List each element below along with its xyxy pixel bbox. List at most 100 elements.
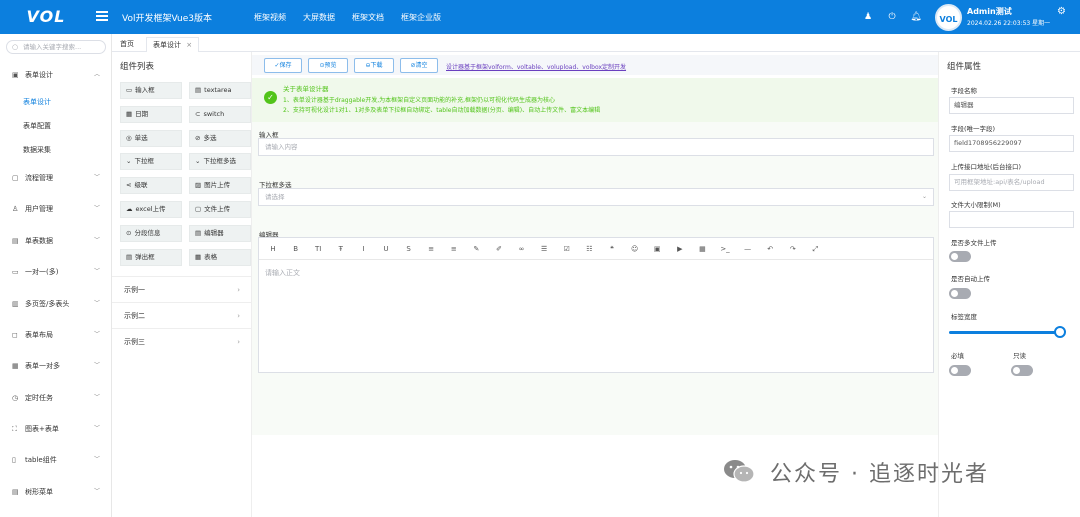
example-item[interactable]: 示例三 ›	[112, 328, 252, 354]
sidebar-item-9[interactable]: ◷ 定时任务 ﹀	[0, 390, 112, 406]
preview-button[interactable]: ⊙预览	[308, 58, 348, 73]
menu-toggle-icon[interactable]	[96, 11, 108, 23]
editor-tool-icon[interactable]: ↷	[788, 244, 798, 254]
editor-tool-icon[interactable]: ▶	[675, 244, 685, 254]
field-key-input[interactable]: field1708956229097	[949, 135, 1074, 152]
layout-icon: ◻	[12, 331, 18, 339]
component-item[interactable]: ▦ 日期	[120, 105, 182, 123]
component-item[interactable]: ▦ 表格	[189, 248, 251, 266]
multi-select[interactable]: 请选择 ⌄	[258, 188, 934, 206]
component-item[interactable]: ⌄ 下拉框多选	[189, 153, 251, 171]
editor-tool-icon[interactable]: ✎	[471, 244, 481, 254]
component-item[interactable]: ▤ 编辑器	[189, 224, 251, 242]
sidebar-item-1[interactable]: ▣ 表单设计 ︿	[0, 67, 112, 83]
form-icon: ▣	[12, 71, 19, 79]
editor-tool-icon[interactable]: ≡	[426, 244, 436, 254]
tab-form-design[interactable]: 表单设计 ×	[146, 37, 200, 52]
component-item[interactable]: ◎ 单选	[120, 129, 182, 147]
editor-tool-icon[interactable]: ☑	[562, 244, 572, 254]
upload-url-input[interactable]: 可用框架地址:api/表名/upload	[949, 174, 1074, 191]
sidebar-item-4[interactable]: ▤ 单表数据 ﹀	[0, 233, 112, 249]
editor-tool-icon[interactable]: ▣	[652, 244, 662, 254]
close-icon[interactable]: ×	[186, 41, 192, 49]
label-width-slider-track[interactable]	[949, 331, 1061, 334]
sidebar-item-11[interactable]: ▯ table组件 ﹀	[0, 452, 112, 468]
editor-tool-icon[interactable]: U	[381, 244, 391, 254]
editor-tool-icon[interactable]: ❝	[607, 244, 617, 254]
editor-tool-icon[interactable]: ☰	[539, 244, 549, 254]
required-toggle[interactable]	[949, 365, 971, 376]
editor-tool-icon[interactable]: TI	[313, 244, 323, 254]
clear-button[interactable]: ⊘清空	[400, 58, 438, 73]
sidebar-item-2[interactable]: ▢ 流程管理 ﹀	[0, 170, 112, 186]
search-input[interactable]: ○ 请输入关键字搜索...	[6, 40, 106, 54]
chevron-down-icon: ﹀	[94, 456, 101, 463]
component-item[interactable]: ⌄ 下拉框	[120, 153, 182, 171]
editor-tool-icon[interactable]: ∞	[517, 244, 527, 254]
editor-tool-icon[interactable]: ≡	[449, 244, 459, 254]
app-title: Vol开发框架Vue3版本	[122, 14, 212, 24]
component-item[interactable]: ▤ textarea	[189, 82, 251, 99]
editor-tool-icon[interactable]: Ŧ	[336, 244, 346, 254]
editor-tool-icon[interactable]: H	[268, 244, 278, 254]
example-item[interactable]: 示例一 ›	[112, 276, 252, 302]
user-icon[interactable]: ♟	[862, 11, 874, 23]
clock-icon: ◷	[12, 394, 19, 402]
component-item[interactable]: ▤ 弹出框	[120, 248, 182, 266]
gear-icon[interactable]: ⚙	[1057, 6, 1066, 17]
form-drop-zone[interactable]: 输入框 请输入内容 下拉框多选 请选择 ⌄ 编辑器 H B TI Ŧ I U S ≡ ≡ ✎ ✐ ∞ ☰…	[252, 122, 938, 435]
file-size-input[interactable]	[949, 211, 1074, 228]
readonly-toggle[interactable]	[1011, 365, 1033, 376]
sidebar-subitem-1[interactable]: 表单设计	[23, 97, 51, 107]
text-input[interactable]: 请输入内容	[258, 138, 934, 156]
component-item[interactable]: ▢ 文件上传	[189, 201, 251, 218]
editor-tool-icon[interactable]: S	[404, 244, 414, 254]
sidebar-item-3[interactable]: ♙ 用户管理 ﹀	[0, 201, 112, 217]
sidebar-item-10[interactable]: ⛶ 图表+表单 ﹀	[0, 421, 112, 437]
sidebar-item-8[interactable]: ▦ 表单一对多 ﹀	[0, 358, 112, 374]
label-width-slider-handle[interactable]	[1054, 326, 1066, 338]
sidebar-subitem-3[interactable]: 数据采集	[23, 145, 51, 155]
rich-text-editor[interactable]: H B TI Ŧ I U S ≡ ≡ ✎ ✐ ∞ ☰ ☑ ☷ ❝ ☺ ▣ ▶ ▦ >_ — ↶ ↷ ⤢ 请输入正文	[258, 237, 934, 373]
auto-upload-toggle[interactable]	[949, 288, 971, 299]
editor-tool-icon[interactable]: ✐	[494, 244, 504, 254]
sidebar-item-6[interactable]: ▥ 多页签/多表头 ﹀	[0, 296, 112, 312]
sidebar-subitem-2[interactable]: 表单配置	[23, 121, 51, 131]
designer-info-link[interactable]: 设计器基于框架volform、voltable、volupload、volbox…	[446, 62, 626, 71]
nav-item-bigscreen[interactable]: 大屏数据	[303, 12, 335, 23]
component-item[interactable]: ▭ 输入框	[120, 82, 182, 99]
editor-tool-icon[interactable]: I	[358, 244, 368, 254]
app-logo[interactable]: VOL	[0, 0, 92, 34]
component-item[interactable]: ⊂ switch	[189, 105, 251, 123]
save-button[interactable]: ✓保存	[264, 58, 302, 73]
sidebar-item-7[interactable]: ◻ 表单布局 ﹀	[0, 327, 112, 343]
bell-icon[interactable]: 🔔︎	[910, 11, 922, 23]
editor-tool-icon[interactable]: ☺	[630, 244, 640, 254]
nav-item-video[interactable]: 框架视频	[254, 12, 286, 23]
tab-home[interactable]: 首页	[114, 37, 140, 52]
power-icon[interactable]: ⏻	[886, 11, 898, 23]
nav-item-docs[interactable]: 框架文档	[352, 12, 384, 23]
component-item[interactable]: ▨ 图片上传	[189, 177, 251, 195]
component-item[interactable]: ☁ excel上传	[120, 201, 182, 218]
editor-tool-icon[interactable]: ⤢	[810, 244, 820, 254]
avatar[interactable]: VOL	[935, 4, 962, 31]
editor-tool-icon[interactable]: —	[743, 244, 753, 254]
multi-upload-toggle[interactable]	[949, 251, 971, 262]
component-item[interactable]: ⋖ 级联	[120, 177, 182, 195]
editor-tool-icon[interactable]: ↶	[765, 244, 775, 254]
example-item[interactable]: 示例二 ›	[112, 302, 252, 328]
nav-item-enterprise[interactable]: 框架企业版	[401, 12, 441, 23]
component-item[interactable]: ⊙ 分段信息	[120, 224, 182, 242]
component-item[interactable]: ⊘ 多选	[189, 129, 251, 147]
download-button[interactable]: ⊖下载	[354, 58, 394, 73]
editor-tool-icon[interactable]: ▦	[697, 244, 707, 254]
user-name[interactable]: Admin测试	[967, 6, 1012, 17]
editor-tool-icon[interactable]: B	[291, 244, 301, 254]
sidebar-item-5[interactable]: ▭ 一对一(多) ﹀	[0, 264, 112, 280]
editor-tool-icon[interactable]: >_	[720, 244, 730, 254]
field-name-input[interactable]: 编辑器	[949, 97, 1074, 114]
sidebar-item-12[interactable]: ▤ 树形菜单 ﹀	[0, 484, 112, 500]
editor-tool-icon[interactable]: ☷	[584, 244, 594, 254]
search-icon: ○	[12, 43, 19, 51]
